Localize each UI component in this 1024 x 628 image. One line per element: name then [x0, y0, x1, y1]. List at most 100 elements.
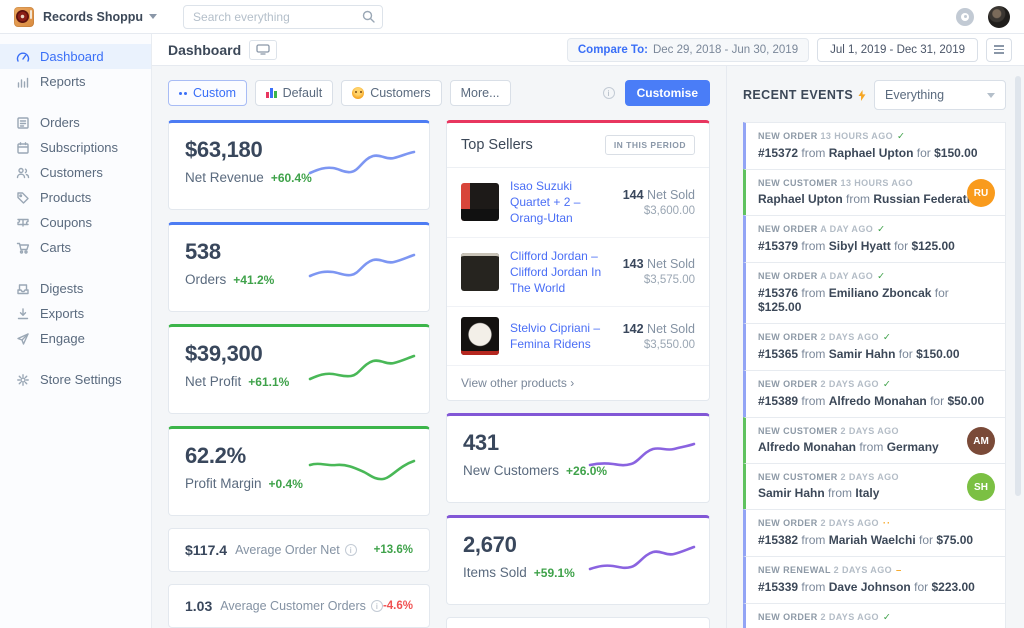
sidebar-item-orders[interactable]: Orders: [0, 110, 151, 135]
tab-custom[interactable]: Custom: [168, 80, 247, 106]
dashboard-tabs: Custom Default Customers More...: [168, 80, 710, 106]
scrollbar-thumb[interactable]: [1015, 76, 1021, 496]
orders-card[interactable]: 538 Orders +41.2%: [168, 222, 430, 312]
store-logo-record-icon[interactable]: [14, 7, 34, 27]
events-filter-select[interactable]: Everything: [874, 80, 1006, 110]
profit-margin-card[interactable]: 62.2% Profit Margin +0.4%: [168, 426, 430, 516]
order-id: #15382: [758, 533, 798, 547]
info-icon[interactable]: i: [371, 600, 383, 612]
event-new-customer[interactable]: NEW CUSTOMER 13 HOURS AGO Raphael Upton …: [743, 169, 1006, 216]
customer-name: Alfredo Monahan: [829, 394, 927, 408]
avatar[interactable]: SH: [967, 473, 995, 501]
new-customers-card[interactable]: 431 New Customers +26.0%: [446, 413, 710, 503]
recent-events-title: RECENT EVENTS: [743, 88, 853, 102]
event-new-customer[interactable]: NEW CUSTOMER 2 DAYS AGO Alfredo Monahan …: [743, 417, 1006, 464]
sidebar-item-products[interactable]: Products: [0, 185, 151, 210]
customer-name: Samir Hahn: [758, 486, 825, 500]
user-avatar[interactable]: [988, 6, 1010, 28]
order-id: #15372: [758, 146, 798, 160]
net-profit-card[interactable]: $39,300 Net Profit +61.1%: [168, 324, 430, 414]
product-name[interactable]: Isao Suzuki Quartet + 2 – Orang-Utan: [510, 178, 623, 227]
tab-more[interactable]: More...: [450, 80, 511, 106]
metric-change: +41.2%: [233, 273, 274, 287]
sidebar-item-digests[interactable]: Digests: [0, 276, 151, 301]
bar-chart-icon: [266, 88, 277, 98]
product-name[interactable]: Stelvio Cipriani – Femina Ridens: [510, 320, 623, 352]
help-icon[interactable]: [956, 8, 974, 26]
items-sold-card[interactable]: 2,670 Items Sold +59.1%: [446, 515, 710, 605]
sidebar-item-label: Carts: [40, 240, 71, 255]
event-new-order[interactable]: NEW ORDER 2 DAYS AGO·· #15382 from Maria…: [743, 509, 1006, 557]
lightning-bolt-icon: [858, 90, 866, 101]
event-new-customer[interactable]: NEW CUSTOMER 2 DAYS AGO Samir Hahn from …: [743, 463, 1006, 510]
monitor-view-button[interactable]: [249, 40, 277, 60]
sidebar-item-label: Products: [40, 190, 91, 205]
event-new-order[interactable]: NEW ORDER 2 DAYS AGO✓ #15357 from Pruden…: [743, 603, 1006, 628]
order-id: #15365: [758, 347, 798, 361]
status-check-icon: ✓: [883, 332, 891, 343]
ticket-icon: [16, 216, 30, 230]
store-name[interactable]: Records Shoppu: [43, 10, 143, 24]
event-new-order[interactable]: NEW ORDER A DAY AGO✓ #15379 from Sibyl H…: [743, 215, 1006, 263]
recent-events-panel: RECENT EVENTS Everything NEW ORDER 13 HO…: [726, 66, 1024, 628]
smiley-icon: [352, 87, 364, 99]
customer-name: Dave Johnson: [829, 580, 911, 594]
net-revenue-card[interactable]: $63,180 Net Revenue +60.4%: [168, 120, 430, 210]
customer-name: Samir Hahn: [829, 347, 896, 361]
event-new-renewal[interactable]: NEW RENEWAL 2 DAYS AGO– #15339 from Dave…: [743, 556, 1006, 604]
album-art: [461, 253, 499, 291]
view-other-products-link[interactable]: View other products ›: [447, 366, 709, 400]
info-icon[interactable]: i: [603, 87, 615, 99]
compare-to-button[interactable]: Compare To: Dec 29, 2018 - Jun 30, 2019: [567, 38, 809, 62]
event-new-order[interactable]: NEW ORDER 2 DAYS AGO✓ #15365 from Samir …: [743, 323, 1006, 371]
metorik-dashboard: Records Shoppu Dashboard Reports: [0, 0, 1024, 628]
sidebar-item-coupons[interactable]: Coupons: [0, 210, 151, 235]
average-order-items-card[interactable]: 4.96 Average Order Items i +12.7%: [446, 617, 710, 628]
search-icon: [362, 10, 375, 28]
send-icon: [16, 332, 30, 346]
product-row[interactable]: Clifford Jordan – Clifford Jordan In The…: [447, 238, 709, 308]
event-new-order[interactable]: NEW ORDER A DAY AGO✓ #15376 from Emilian…: [743, 262, 1006, 324]
tab-customers[interactable]: Customers: [341, 80, 441, 106]
sidebar-item-engage[interactable]: Engage: [0, 326, 151, 351]
chevron-down-icon[interactable]: [149, 14, 157, 19]
avatar[interactable]: AM: [967, 427, 995, 455]
event-new-order[interactable]: NEW ORDER 13 HOURS AGO✓ #15372 from Raph…: [743, 122, 1006, 170]
sidebar-item-carts[interactable]: Carts: [0, 235, 151, 260]
info-icon[interactable]: i: [345, 544, 357, 556]
sidebar-item-exports[interactable]: Exports: [0, 301, 151, 326]
average-customer-orders-card[interactable]: 1.03 Average Customer Orders i -4.6%: [168, 584, 430, 628]
search-input[interactable]: [183, 5, 383, 29]
gear-icon: [16, 373, 30, 387]
metric-label: Average Customer Orders: [220, 599, 366, 613]
sidebar-item-reports[interactable]: Reports: [0, 69, 151, 94]
product-row[interactable]: Isao Suzuki Quartet + 2 – Orang-Utan 144…: [447, 168, 709, 238]
net-sold-value: 143: [623, 257, 644, 271]
metric-change: +60.4%: [271, 171, 312, 185]
metric-change: +59.1%: [534, 566, 575, 580]
sidebar-item-customers[interactable]: Customers: [0, 160, 151, 185]
metric-label: Net Revenue: [185, 170, 264, 185]
order-amount: $125.00: [758, 300, 801, 314]
tab-default[interactable]: Default: [255, 80, 333, 106]
inbox-icon: [16, 282, 30, 296]
avatar[interactable]: RU: [967, 179, 995, 207]
average-order-net-card[interactable]: $117.4 Average Order Net i +13.6%: [168, 528, 430, 572]
net-sold-label: Net Sold: [647, 322, 695, 336]
metric-change: +13.6%: [374, 544, 413, 556]
sidebar-item-label: Coupons: [40, 215, 92, 230]
sidebar-item-store-settings[interactable]: Store Settings: [0, 367, 151, 392]
status-check-icon: ✓: [883, 379, 891, 390]
event-new-order[interactable]: NEW ORDER 2 DAYS AGO✓ #15389 from Alfred…: [743, 370, 1006, 418]
product-row[interactable]: Stelvio Cipriani – Femina Ridens 142 Net…: [447, 307, 709, 366]
hamburger-menu-icon[interactable]: [986, 38, 1012, 62]
sidebar-item-subscriptions[interactable]: Subscriptions: [0, 135, 151, 160]
date-range-button[interactable]: Jul 1, 2019 - Dec 31, 2019: [817, 38, 978, 62]
customise-button[interactable]: Customise: [625, 80, 710, 106]
order-amount: $150.00: [916, 347, 959, 361]
sidebar-item-dashboard[interactable]: Dashboard: [0, 44, 151, 69]
metric-label: Net Profit: [185, 374, 241, 389]
metric-value: $117.4: [185, 542, 227, 558]
product-name[interactable]: Clifford Jordan – Clifford Jordan In The…: [510, 248, 623, 297]
page-title: Dashboard: [168, 42, 241, 58]
